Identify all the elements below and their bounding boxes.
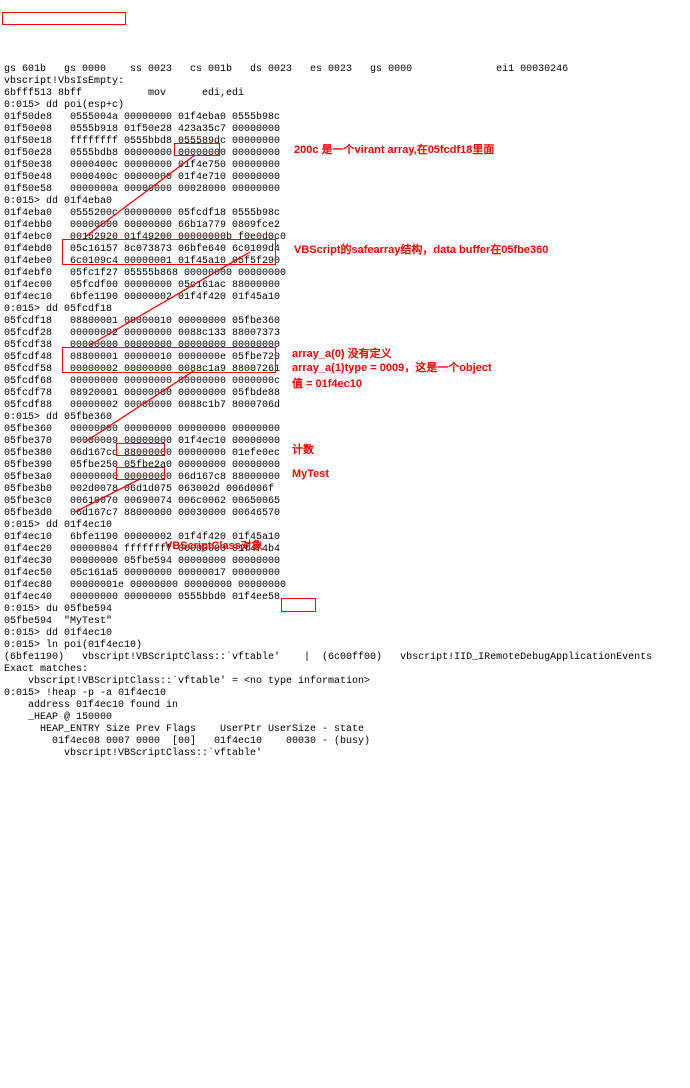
- output-line: 05fcdf88 00000002 00000000 0088c1b7 8000…: [4, 400, 686, 412]
- output-line: address 01f4ec10 found in: [4, 700, 686, 712]
- output-line: 05fcdf58 00000002 00000000 0088c1a9 8800…: [4, 364, 686, 376]
- output-line: vbscript!VbsIsEmpty:: [4, 76, 686, 88]
- output-line: 05fbe594 "MyTest": [4, 616, 686, 628]
- output-line: 05fbe370 00000009 00000000 01f4ec10 0000…: [4, 436, 686, 448]
- output-line: 01f50e58 0000000a 00000000 00028000 0000…: [4, 184, 686, 196]
- output-line: 05fbe3c0 00610070 00690074 006c0062 0065…: [4, 496, 686, 508]
- output-line: 01f4ec30 00000000 05fbe594 00000000 0000…: [4, 556, 686, 568]
- output-line: 01f4ec10 6bfe1190 00000002 01f4f420 01f4…: [4, 292, 686, 304]
- output-line: 01f4ec10 6bfe1190 00000002 01f4f420 01f4…: [4, 532, 686, 544]
- output-line: 01f4ebe0 6c0109c4 00000001 01f45a10 05f5…: [4, 256, 686, 268]
- box-vbsisempty: [2, 12, 126, 25]
- output-line: 01f4ec08 0007 0000 [00] 01f4ec10 00030 -…: [4, 736, 686, 748]
- output-line: 05fcdf18 08800001 00000010 00000000 05fb…: [4, 316, 686, 328]
- output-line: 05fcdf78 08920001 00000000 00000000 05fb…: [4, 388, 686, 400]
- output-line: 6bfff513 8bff mov edi,edi: [4, 88, 686, 100]
- output-line: 01f4ec20 00000804 ffffffff 00000000 01f4…: [4, 544, 686, 556]
- output-line: vbscript!VBScriptClass::`vftable' = <no …: [4, 676, 686, 688]
- output-line: gs 601b gs 0000 ss 0023 cs 001b ds 0023 …: [4, 64, 686, 76]
- output-line: 0:015> du 05fbe594: [4, 604, 686, 616]
- output-line: 01f50e28 0555bdb8 00000000 00000000 0000…: [4, 148, 686, 160]
- debugger-output: gs 601b gs 0000 ss 0023 cs 001b ds 0023 …: [4, 64, 686, 760]
- output-line: 01f4eba0 0555200c 00000000 05fcdf18 0555…: [4, 208, 686, 220]
- output-line: 01f4ebc0 00152920 01f49200 00000000b f0e…: [4, 232, 686, 244]
- output-line: 0:015> dd 05fcdf18: [4, 304, 686, 316]
- output-line: 0:015> dd 01f4eba0: [4, 196, 686, 208]
- output-line: 0:015> ln poi(01f4ec10): [4, 640, 686, 652]
- output-line: HEAP_ENTRY Size Prev Flags UserPtr UserS…: [4, 724, 686, 736]
- output-line: 01f4ec40 00000000 00000000 0555bbd0 01f4…: [4, 592, 686, 604]
- output-line: 05fbe3a0 00000000 00000000 06d167c8 8800…: [4, 472, 686, 484]
- output-line: 01f4ebf0 05fc1f27 05555b868 00000000 000…: [4, 268, 686, 280]
- output-line: _HEAP @ 150000: [4, 712, 686, 724]
- output-line: 05fbe380 06d167cd 88000000 00000000 01ef…: [4, 448, 686, 460]
- output-line: 01f4ec50 05c161a5 00000000 00000017 0000…: [4, 568, 686, 580]
- output-line: 01f4ebd0 05c16157 8c073873 06bfe640 6c01…: [4, 244, 686, 256]
- output-line: 0:015> dd 01f4ec10: [4, 520, 686, 532]
- output-line: 0:015> dd poi(esp+c): [4, 100, 686, 112]
- output-line: 05fcdf48 08800001 00000010 0000000e 05fb…: [4, 352, 686, 364]
- output-line: 05fcdf28 00000002 00000000 0088c133 8800…: [4, 328, 686, 340]
- output-line: 01f50e18 ffffffff 0555bbd8 055589dc 0000…: [4, 136, 686, 148]
- output-line: vbscript!VBScriptClass::`vftable': [4, 748, 686, 760]
- output-line: 0:015> !heap -p -a 01f4ec10: [4, 688, 686, 700]
- output-line: 0:015> dd 01f4ec10: [4, 628, 686, 640]
- output-line: 05fbe3b0 002d0078 06d1d075 063002d 006d0…: [4, 484, 686, 496]
- output-line: 0:015> dd 05fbe360: [4, 412, 686, 424]
- output-line: 01f50e38 0000400c 00000000 01f4e750 0000…: [4, 160, 686, 172]
- output-line: 01f4ec80 00000001e 00000000 00000000 000…: [4, 580, 686, 592]
- output-line: Exact matches:: [4, 664, 686, 676]
- output-line: 01f50e08 0555b918 01f50e28 423a35c7 0000…: [4, 124, 686, 136]
- output-line: 05fbe390 05fbe250 05fbe2a0 00000000 0000…: [4, 460, 686, 472]
- output-line: 01f4ebb0 00000000 00000000 66b1a779 0809…: [4, 220, 686, 232]
- output-line: 05fcdf38 00000000 00000000 00000000 0000…: [4, 340, 686, 352]
- output-line: 05fcdf68 00000000 00000000 00000000 0000…: [4, 376, 686, 388]
- output-line: 01f50de8 0555004a 00000000 01f4eba0 0555…: [4, 112, 686, 124]
- output-line: 05fbe3d0 06d167c7 88000000 00030000 0064…: [4, 508, 686, 520]
- output-line: (6bfe1190) vbscript!VBScriptClass::`vfta…: [4, 652, 686, 664]
- output-line: 01f50e48 0000400c 00000000 01f4e710 0000…: [4, 172, 686, 184]
- output-line: 05fbe360 00000000 00000000 00000000 0000…: [4, 424, 686, 436]
- output-line: 01f4ec00 05fcdf00 00000000 05c161ac 8800…: [4, 280, 686, 292]
